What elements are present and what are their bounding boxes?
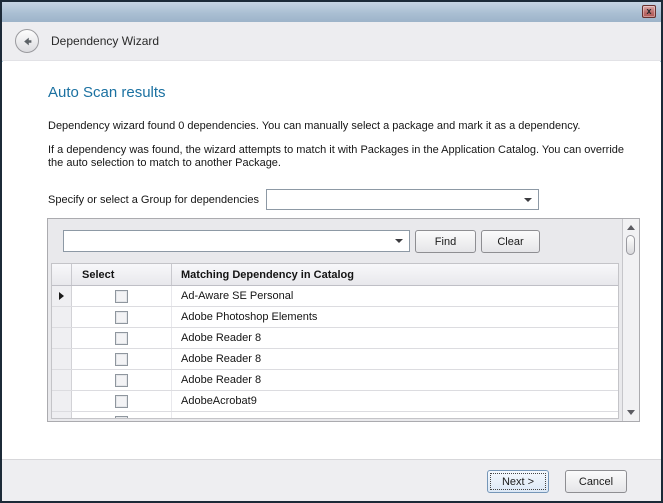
search-panel: Find Clear Select Matching Dependency in… (47, 218, 640, 422)
cancel-button[interactable]: Cancel (565, 470, 627, 493)
table-header-row: Select Matching Dependency in Catalog (52, 264, 618, 286)
row-label: AdobeAcrobat9 (172, 391, 618, 411)
row-label (172, 412, 618, 419)
select-cell (72, 328, 172, 348)
row-selector-cell (52, 370, 72, 390)
row-label: Adobe Photoshop Elements (172, 307, 618, 327)
row-label: Adobe Reader 8 (172, 328, 618, 348)
row-checkbox[interactable] (115, 311, 128, 324)
group-combobox[interactable] (266, 189, 539, 210)
row-selector-cell (52, 286, 72, 306)
row-selector-cell (52, 391, 72, 411)
select-cell (72, 370, 172, 390)
clear-button[interactable]: Clear (481, 230, 540, 253)
search-combobox[interactable] (63, 230, 410, 252)
scroll-down-icon[interactable] (627, 410, 635, 415)
description-line-2: If a dependency was found, the wizard at… (48, 144, 642, 170)
titlebar: x (2, 2, 661, 22)
back-button[interactable] (15, 29, 39, 53)
next-button[interactable]: Next > (487, 470, 549, 493)
scrollbar-thumb[interactable] (626, 235, 635, 255)
column-header-matching-dependency[interactable]: Matching Dependency in Catalog (172, 264, 618, 285)
group-label: Specify or select a Group for dependenci… (48, 194, 259, 206)
footer-bar: Next > Cancel (2, 459, 661, 501)
find-button[interactable]: Find (415, 230, 476, 253)
table-row[interactable]: Adobe Reader 8 (52, 328, 618, 349)
arrow-left-icon (21, 35, 34, 48)
content-area: Auto Scan results Dependency wizard foun… (2, 62, 661, 459)
select-cell (72, 286, 172, 306)
row-selector-cell (52, 307, 72, 327)
select-cell (72, 349, 172, 369)
select-cell (72, 307, 172, 327)
close-button[interactable]: x (642, 5, 656, 18)
row-indicator-icon (59, 292, 64, 300)
wizard-header: Dependency Wizard (2, 22, 661, 61)
row-checkbox[interactable] (115, 290, 128, 303)
row-label: Ad-Aware SE Personal (172, 286, 618, 306)
table-row[interactable]: Adobe Reader 8 (52, 349, 618, 370)
row-checkbox[interactable] (115, 416, 128, 420)
table-row[interactable]: Ad-Aware SE Personal (52, 286, 618, 307)
row-checkbox[interactable] (115, 332, 128, 345)
vertical-scrollbar[interactable] (622, 219, 639, 421)
table-row[interactable]: AdobeAcrobat9 (52, 391, 618, 412)
chevron-down-icon (524, 198, 532, 202)
column-header-select[interactable]: Select (72, 264, 172, 285)
dependency-wizard-window: x Dependency Wizard Auto Scan results De… (0, 0, 663, 503)
row-label: Adobe Reader 8 (172, 349, 618, 369)
select-cell (72, 391, 172, 411)
row-selector-header (52, 264, 72, 285)
row-checkbox[interactable] (115, 374, 128, 387)
scroll-up-icon[interactable] (627, 225, 635, 230)
select-cell (72, 412, 172, 419)
heading: Auto Scan results (48, 84, 166, 101)
row-label: Adobe Reader 8 (172, 370, 618, 390)
page-title: Dependency Wizard (51, 34, 159, 48)
row-selector-cell (52, 349, 72, 369)
row-selector-cell (52, 412, 72, 419)
row-checkbox[interactable] (115, 353, 128, 366)
chevron-down-icon (395, 239, 403, 243)
description-line-1: Dependency wizard found 0 dependencies. … (48, 120, 648, 133)
row-checkbox[interactable] (115, 395, 128, 408)
close-icon: x (646, 7, 651, 16)
table-body: Ad-Aware SE Personal Adobe Photoshop Ele… (52, 286, 618, 419)
table-row[interactable] (52, 412, 618, 419)
row-selector-cell (52, 328, 72, 348)
dependency-table: Select Matching Dependency in Catalog Ad… (51, 263, 619, 419)
table-row[interactable]: Adobe Photoshop Elements (52, 307, 618, 328)
table-row[interactable]: Adobe Reader 8 (52, 370, 618, 391)
